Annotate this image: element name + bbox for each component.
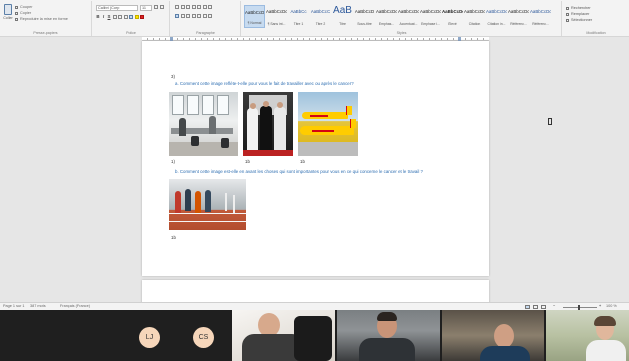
- font-group: Calibri (Corp 11 B I S Police: [93, 1, 170, 36]
- zoom-slider-thumb[interactable]: [578, 304, 580, 310]
- styles-group-label: Styles: [396, 31, 407, 35]
- style-heading-1[interactable]: AaBbCc Titre 1: [288, 5, 309, 28]
- image-label-4: 1b: [171, 235, 176, 240]
- italic-button[interactable]: I: [102, 14, 106, 19]
- style-no-spacing[interactable]: AaBbCcDc ¶ Sans int...: [266, 5, 287, 28]
- office-photo[interactable]: [169, 92, 238, 156]
- word-count[interactable]: 387 mots: [30, 304, 46, 308]
- image-label-2: 1b: [245, 159, 250, 164]
- borders-icon[interactable]: [208, 14, 212, 18]
- document-area[interactable]: 3) a. Comment cette image reflète-t-elle…: [0, 37, 629, 302]
- line-spacing-icon[interactable]: [197, 14, 201, 18]
- team-photo[interactable]: [243, 92, 293, 156]
- decrease-indent-icon[interactable]: [191, 5, 196, 9]
- text-cursor-icon: [548, 118, 552, 125]
- font-name-select[interactable]: Calibri (Corp: [96, 5, 138, 11]
- zoom-slider[interactable]: [563, 306, 597, 308]
- ribbon: Coller Couper Copier Reproduire la mise …: [0, 0, 629, 37]
- shrink-font-icon[interactable]: [159, 5, 164, 9]
- document-page[interactable]: 3) a. Comment cette image reflète-t-elle…: [142, 41, 489, 276]
- style-subtle-reference[interactable]: AaBbCcDc Référenc...: [508, 5, 529, 28]
- align-left-icon[interactable]: [175, 14, 179, 18]
- numbering-icon[interactable]: [180, 5, 185, 9]
- justify-icon[interactable]: [191, 14, 196, 18]
- style-intense-reference[interactable]: AaBbCcDc Référenc...: [530, 5, 551, 28]
- copy-icon: [15, 11, 18, 15]
- print-layout-icon[interactable]: [525, 304, 530, 309]
- increase-indent-icon[interactable]: [197, 5, 201, 9]
- paragraph-group-label: Paragraphe: [196, 31, 215, 35]
- multilevel-list-icon[interactable]: [186, 5, 190, 9]
- question-a: a. Comment cette image reflète-t-elle po…: [175, 81, 354, 86]
- subscript-icon[interactable]: [118, 14, 122, 19]
- style-strong[interactable]: AaBbCcDc Élevé: [442, 5, 463, 28]
- scissors-icon: [15, 5, 18, 9]
- avatar[interactable]: CS: [193, 327, 214, 348]
- style-title[interactable]: AaB Titre: [332, 5, 353, 28]
- superscript-icon[interactable]: [123, 14, 128, 19]
- question-b: b. Comment cette image est-elle en avant…: [175, 169, 423, 174]
- page-count[interactable]: Page 1 sur 1: [3, 304, 25, 308]
- style-emphasis[interactable]: AaBbCcDc Accentuat...: [398, 5, 419, 28]
- video-call-strip: LJ CS: [0, 310, 629, 361]
- runners-photo[interactable]: [169, 179, 246, 230]
- avatar[interactable]: LJ: [139, 327, 160, 348]
- zoom-level[interactable]: 100 %: [606, 304, 617, 308]
- show-marks-icon[interactable]: [208, 5, 212, 9]
- zoom-out-button[interactable]: −: [553, 304, 555, 308]
- question-number: 3): [171, 74, 175, 79]
- participant-video-tile[interactable]: [337, 310, 440, 361]
- strikethrough-icon[interactable]: [112, 14, 117, 19]
- style-subtle-emphasis[interactable]: AaBbCcDc Emphas...: [376, 5, 397, 28]
- image-label-1: 1): [171, 159, 175, 164]
- search-icon: [566, 6, 569, 10]
- zoom-in-button[interactable]: +: [599, 304, 601, 308]
- font-size-select[interactable]: 11: [140, 5, 152, 11]
- underline-button[interactable]: S: [107, 14, 111, 19]
- web-layout-icon[interactable]: [541, 304, 546, 309]
- text-effects-icon[interactable]: [129, 14, 133, 19]
- style-heading-2[interactable]: AaBbCcC Titre 2: [310, 5, 331, 28]
- style-intense-quote[interactable]: AaBbCcDc Citation in...: [486, 5, 507, 28]
- status-bar: Page 1 sur 1 387 mots Français (France) …: [0, 302, 629, 310]
- clipboard-group-label: Presse-papiers: [33, 31, 58, 35]
- align-right-icon[interactable]: [186, 14, 190, 18]
- align-center-icon[interactable]: [180, 14, 185, 18]
- font-group-label: Police: [126, 31, 136, 35]
- read-mode-icon[interactable]: [533, 304, 538, 309]
- clipboard-group: Coller Couper Copier Reproduire la mise …: [0, 1, 92, 36]
- format-painter-button[interactable]: Reproduire la mise en forme: [15, 16, 89, 22]
- select-icon: [566, 18, 569, 22]
- replace-icon: [566, 12, 569, 16]
- font-color-icon[interactable]: [140, 14, 144, 19]
- shading-icon[interactable]: [202, 14, 207, 18]
- bold-button[interactable]: B: [96, 14, 100, 19]
- language-indicator[interactable]: Français (France): [60, 304, 90, 308]
- style-subtitle[interactable]: AaBbCcD Sous-titre: [354, 5, 375, 28]
- clipboard-icon: [4, 4, 12, 15]
- editing-group: Rechercher Remplacer Sélectionner Modifi…: [563, 1, 629, 36]
- cargo-planes-photo[interactable]: [298, 92, 358, 156]
- sort-icon[interactable]: [202, 5, 207, 9]
- paste-label: Coller: [3, 16, 13, 20]
- style-intense-emphasis[interactable]: AaBbCcDc Emphase i...: [420, 5, 441, 28]
- grow-font-icon[interactable]: [154, 5, 158, 9]
- brush-icon: [15, 17, 18, 21]
- select-button[interactable]: Sélectionner: [566, 17, 592, 23]
- editing-group-label: Modification: [586, 31, 606, 35]
- highlight-icon[interactable]: [134, 14, 139, 19]
- styles-group: AaBbCcDc¶ Normal AaBbCcDc¶ Sans int... A…: [242, 1, 562, 36]
- bullets-icon[interactable]: [175, 5, 179, 9]
- participant-video-tile[interactable]: [232, 310, 335, 361]
- image-label-3: 1b: [300, 159, 305, 164]
- paragraph-group: Paragraphe: [171, 1, 241, 36]
- participant-video-tile[interactable]: [442, 310, 544, 361]
- document-page-2[interactable]: [142, 280, 489, 302]
- style-normal[interactable]: AaBbCcDc¶ Normal: [244, 5, 265, 28]
- style-quote[interactable]: AaBbCcDc Citation: [464, 5, 485, 28]
- participant-video-tile[interactable]: [546, 310, 629, 361]
- paste-button[interactable]: Coller: [2, 4, 13, 22]
